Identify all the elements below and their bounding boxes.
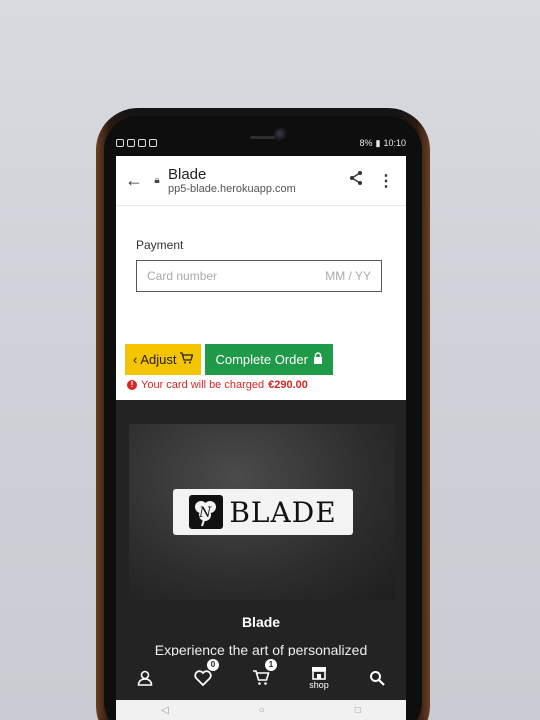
site-title: Blade bbox=[168, 165, 207, 183]
shop-label: shop bbox=[309, 680, 329, 690]
heart-icon bbox=[194, 670, 212, 686]
expiry-placeholder[interactable]: MM / YY bbox=[325, 269, 371, 283]
account-nav[interactable] bbox=[125, 658, 165, 698]
cart-nav[interactable]: 1 bbox=[241, 658, 281, 698]
battery-percent: 8% bbox=[359, 138, 373, 148]
url-box[interactable]: Blade pp5-blade.herokuapp.com bbox=[164, 166, 346, 196]
cart-icon bbox=[179, 352, 194, 367]
card-input[interactable]: Card number MM / YY bbox=[136, 260, 382, 292]
payment-label: Payment bbox=[136, 238, 184, 252]
status-system: 8% ▮ 10:10 bbox=[360, 138, 407, 149]
phone-screen: ← 🔒︎ Blade pp5-blade.herokuapp.com ⋮ Pay… bbox=[116, 156, 406, 720]
share-icon[interactable] bbox=[346, 170, 366, 191]
bottom-nav: 0 1 shop bbox=[116, 656, 406, 700]
charge-text: Your card will be charged bbox=[141, 379, 265, 391]
user-icon bbox=[137, 670, 153, 686]
nav-recents-icon[interactable]: □ bbox=[355, 705, 361, 716]
cart-badge: 1 bbox=[265, 659, 277, 671]
cart-icon bbox=[253, 670, 270, 685]
svg-text:N: N bbox=[198, 505, 212, 521]
checkout-actions: ‹ Adjust Complete Order bbox=[125, 344, 333, 375]
browser-toolbar: ← 🔒︎ Blade pp5-blade.herokuapp.com ⋮ bbox=[116, 156, 406, 206]
adjust-label: Adjust bbox=[140, 352, 177, 367]
blade-logo: N BLADE bbox=[173, 489, 353, 535]
shop-nav[interactable]: shop bbox=[299, 658, 339, 698]
wishlist-nav[interactable]: 0 bbox=[183, 658, 223, 698]
site-url: pp5-blade.herokuapp.com bbox=[168, 182, 296, 195]
warning-icon: ! bbox=[127, 380, 137, 390]
nav-back-icon[interactable]: ◁ bbox=[161, 705, 169, 716]
notification-icon bbox=[138, 139, 146, 147]
charge-amount: €290.00 bbox=[268, 379, 308, 391]
lock-icon bbox=[313, 352, 323, 367]
card-number-placeholder[interactable]: Card number bbox=[147, 269, 217, 283]
hero-banner: N BLADE bbox=[129, 424, 395, 600]
back-arrow-icon[interactable]: ← bbox=[122, 170, 146, 191]
logo-mark-icon: N bbox=[189, 495, 224, 529]
android-nav-bar: ◁ ○ □ bbox=[116, 700, 406, 720]
status-notifications bbox=[116, 139, 157, 147]
charge-notice: ! Your card will be charged €290.00 bbox=[127, 379, 308, 391]
logo-wordmark: BLADE bbox=[229, 495, 337, 529]
battery-icon: ▮ bbox=[375, 137, 381, 148]
payment-section: Payment Card number MM / YY bbox=[116, 206, 406, 292]
nav-home-icon[interactable]: ○ bbox=[259, 705, 265, 716]
lock-icon[interactable]: 🔒︎ bbox=[150, 175, 164, 186]
search-nav[interactable] bbox=[357, 658, 397, 698]
more-vert-icon[interactable]: ⋮ bbox=[376, 171, 396, 191]
notification-icon bbox=[149, 139, 157, 147]
notification-icon bbox=[127, 139, 135, 147]
complete-order-button[interactable]: Complete Order bbox=[205, 344, 333, 375]
clock: 10:10 bbox=[383, 138, 406, 148]
footer-brand: Blade bbox=[241, 614, 281, 630]
status-bar: 8% ▮ 10:10 bbox=[116, 134, 406, 152]
shop-icon bbox=[312, 667, 326, 680]
complete-label: Complete Order bbox=[215, 352, 308, 367]
chevron-left-icon: ‹ bbox=[133, 352, 138, 367]
adjust-bag-button[interactable]: ‹ Adjust bbox=[125, 344, 202, 375]
search-icon bbox=[370, 671, 385, 686]
notification-icon bbox=[116, 139, 124, 147]
wishlist-badge: 0 bbox=[207, 659, 219, 671]
